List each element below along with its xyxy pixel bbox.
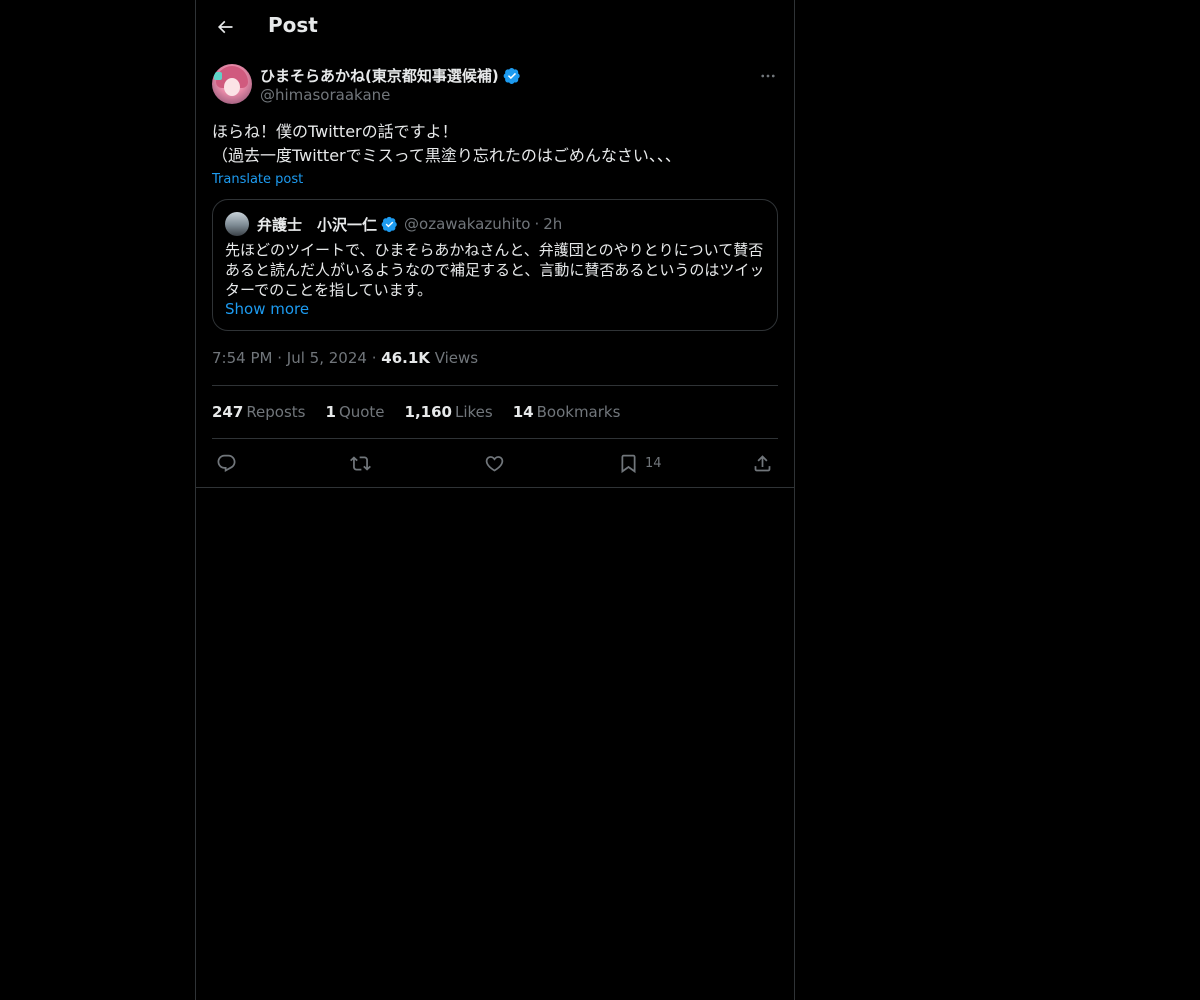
post-bottom-divider: [196, 487, 794, 488]
page-title: Post: [268, 13, 318, 37]
reply-icon: [216, 453, 237, 474]
action-bar: 14: [212, 439, 778, 485]
views-count: 46.1K: [381, 349, 430, 367]
heart-icon: [484, 453, 505, 474]
separator-dot: ·: [371, 349, 377, 367]
likes-stat[interactable]: 1,160 Likes: [405, 403, 493, 421]
post-text: ほらね！僕のTwitterの話ですよ！ （過去一度Twitterでミスって黒塗り…: [212, 122, 681, 165]
verified-badge-icon: [381, 216, 398, 233]
quoted-author-name: 弁護士 小沢一仁: [257, 215, 378, 234]
author-name-line: ひまそらあかね(東京都知事選候補): [260, 65, 521, 86]
author-display-name[interactable]: ひまそらあかね(東京都知事選候補): [260, 65, 499, 86]
share-button[interactable]: [752, 451, 773, 475]
quoted-post[interactable]: 弁護士 小沢一仁 @ozawakazuhito · 2h 先ほどのツイートで、ひ…: [212, 199, 778, 331]
bookmark-icon: [618, 453, 639, 474]
quoted-post-text: 先ほどのツイートで、ひまそらあかねさんと、弁護団とのやりとりについて賛否あると読…: [225, 241, 765, 299]
more-button[interactable]: [758, 66, 778, 86]
bookmarks-stat[interactable]: 14 Bookmarks: [513, 403, 621, 421]
reposts-stat[interactable]: 247 Reposts: [212, 403, 306, 421]
views-label: Views: [434, 349, 479, 367]
verified-badge-icon: [503, 67, 521, 85]
author-handle[interactable]: @himasoraakane: [260, 86, 390, 104]
separator-dot: ·: [277, 349, 283, 367]
reply-button[interactable]: [216, 451, 237, 475]
main-column: Post ひまそらあかね(東京都知事選候補) @himasoraakane ほら…: [195, 0, 795, 1000]
share-icon: [752, 453, 773, 474]
show-more-link[interactable]: Show more: [225, 300, 765, 318]
quoted-author-avatar: [225, 212, 249, 236]
post-time[interactable]: 7:54 PM: [212, 349, 272, 367]
page-header: Post: [196, 0, 794, 53]
like-button[interactable]: [484, 451, 505, 475]
quoted-post-time: 2h: [543, 215, 563, 233]
translate-post-link[interactable]: Translate post: [212, 172, 303, 187]
separator-dot: ·: [534, 215, 540, 233]
repost-button[interactable]: [350, 451, 371, 475]
bookmark-count: 14: [645, 455, 662, 471]
back-button[interactable]: [210, 12, 240, 42]
quotes-stat[interactable]: 1 Quote: [326, 403, 385, 421]
post-date[interactable]: Jul 5, 2024: [287, 349, 367, 367]
post-stats: 247 Reposts 1 Quote 1,160 Likes 14 Bookmarks: [212, 386, 778, 438]
author-avatar[interactable]: [212, 64, 252, 104]
quoted-author-handle: @ozawakazuhito: [404, 215, 531, 233]
arrow-left-icon: [215, 17, 235, 37]
bookmark-button[interactable]: 14: [618, 451, 662, 475]
more-horizontal-icon: [759, 67, 777, 85]
post: ひまそらあかね(東京都知事選候補) @himasoraakane ほらね！僕のT…: [212, 64, 778, 485]
repost-icon: [350, 453, 371, 474]
post-meta: 7:54 PM · Jul 5, 2024 · 46.1K Views: [212, 349, 778, 369]
author-row: ひまそらあかね(東京都知事選候補) @himasoraakane: [212, 64, 778, 108]
quoted-post-header: 弁護士 小沢一仁 @ozawakazuhito · 2h: [225, 212, 765, 236]
